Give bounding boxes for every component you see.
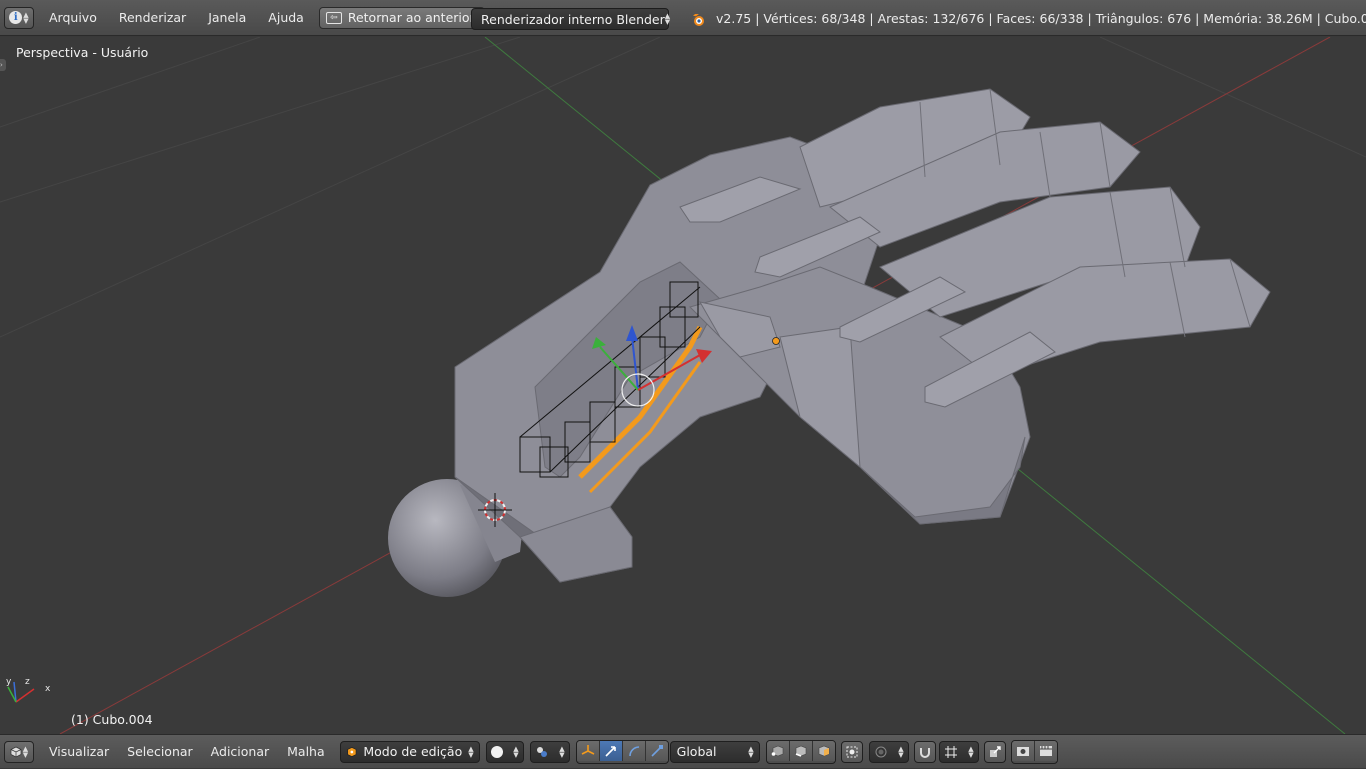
opengl-animation-button[interactable] <box>1034 740 1057 761</box>
updown-arrow-icon: ▲ ▼ <box>664 12 671 26</box>
3d-view-icon <box>10 746 22 757</box>
axis-gizmo: z y x <box>6 677 51 703</box>
toolshelf-toggle-icon[interactable]: › <box>0 59 6 71</box>
menu-ajuda[interactable]: Ajuda <box>257 0 315 36</box>
edit-mode-icon <box>346 746 357 757</box>
menu-adicionar[interactable]: Adicionar <box>202 735 278 769</box>
scene-canvas[interactable]: z y x <box>0 37 1366 734</box>
manipulator-icon <box>581 744 594 755</box>
3d-view-header: ▲ ▼ Visualizar Selecionar Adicionar Malha… <box>0 734 1366 768</box>
menu-selecionar[interactable]: Selecionar <box>118 735 202 769</box>
svg-text:x: x <box>45 684 51 694</box>
updown-arrow-icon: ▲ ▼ <box>968 744 974 759</box>
menu-visualizar[interactable]: Visualizar <box>40 735 118 769</box>
shading-solid-icon <box>490 745 503 758</box>
scene-stats: v2.75 | Vértices: 68/348 | Arestas: 132/… <box>716 11 1366 26</box>
occlude-geometry-button[interactable] <box>840 740 863 763</box>
manipulator-toggle-button[interactable] <box>576 740 600 761</box>
translate-button[interactable] <box>599 740 623 761</box>
pivot-icon <box>536 746 547 757</box>
menu-malha[interactable]: Malha <box>278 735 334 769</box>
copy-icon <box>989 745 1001 757</box>
transform-orientation-label: Global <box>676 744 717 759</box>
menu-arquivo[interactable]: Arquivo <box>38 0 108 36</box>
back-button-label: Retornar ao anterior <box>347 10 475 25</box>
edge-select-button[interactable] <box>789 740 813 761</box>
updown-arrow-icon: ▲ ▼ <box>898 744 904 759</box>
updown-arrow-icon: ▲ ▼ <box>513 744 519 759</box>
editor-type-button-3dview[interactable]: ▲ ▼ <box>4 740 34 763</box>
updown-arrow-icon: ▲ ▼ <box>559 744 565 759</box>
pivot-point-select[interactable]: ▲ ▼ <box>529 740 570 763</box>
updown-arrow-icon: ▲ ▼ <box>748 744 754 759</box>
rotate-icon <box>628 745 639 756</box>
scale-icon <box>651 744 663 757</box>
edge-select-icon <box>795 745 806 757</box>
transform-orientation-select[interactable]: Global ▲ ▼ <box>669 740 760 763</box>
magnet-icon <box>919 747 930 758</box>
occlude-icon <box>846 746 858 757</box>
scale-button[interactable] <box>645 740 668 761</box>
face-select-button[interactable] <box>812 740 835 761</box>
render-buttons <box>1010 739 1058 764</box>
camera-icon <box>1039 745 1052 756</box>
select-mode-buttons <box>765 739 836 764</box>
menu-renderizar[interactable]: Renderizar <box>108 0 197 36</box>
snap-element-select[interactable]: ▲ ▼ <box>938 740 979 763</box>
vertex-select-icon <box>771 745 783 756</box>
interaction-mode-select[interactable]: Modo de edição ▲ ▼ <box>339 740 480 763</box>
updown-arrow-icon: ▲ ▼ <box>22 744 29 759</box>
proportional-edit-select[interactable]: ▲ ▼ <box>868 740 909 763</box>
active-object-label: (1) Cubo.004 <box>71 712 153 727</box>
manipulator-buttons <box>575 739 669 764</box>
rotate-button[interactable] <box>622 740 646 761</box>
render-engine-select[interactable]: Renderizador interno Blender ▲ ▼ <box>471 8 671 30</box>
opengl-render-button[interactable] <box>1011 740 1035 761</box>
3d-viewport[interactable]: z y x › Perspectiva - Usuário (1) Cubo.0… <box>0 37 1366 734</box>
back-icon: ⇦ <box>325 11 342 24</box>
translate-icon <box>605 745 616 757</box>
updown-arrow-icon: ▲ ▼ <box>23 10 29 25</box>
view-name-label: Perspectiva - Usuário <box>16 45 149 60</box>
menu-janela[interactable]: Janela <box>197 0 257 36</box>
viewport-shading-select[interactable]: ▲ ▼ <box>485 740 524 763</box>
back-to-previous-button[interactable]: ⇦ Retornar ao anterior <box>318 6 485 29</box>
snap-icon <box>944 745 957 758</box>
copy-to-layer-button[interactable] <box>983 740 1006 763</box>
render-icon <box>1016 746 1029 756</box>
vertex-select-button[interactable] <box>766 740 790 761</box>
editor-type-button[interactable]: i ▲ ▼ <box>4 6 34 29</box>
render-engine-label: Renderizador interno Blender <box>481 11 665 27</box>
svg-text:z: z <box>25 677 30 687</box>
face-select-icon <box>818 745 829 756</box>
updown-arrow-icon: ▲ ▼ <box>468 744 474 759</box>
info-icon: i <box>9 11 23 24</box>
snap-toggle-button[interactable] <box>913 740 936 763</box>
blender-logo-icon <box>691 14 704 26</box>
svg-text:y: y <box>6 677 12 687</box>
proportional-icon <box>875 746 887 757</box>
hand-mesh[interactable] <box>454 88 1271 583</box>
interaction-mode-label: Modo de edição <box>363 744 463 759</box>
